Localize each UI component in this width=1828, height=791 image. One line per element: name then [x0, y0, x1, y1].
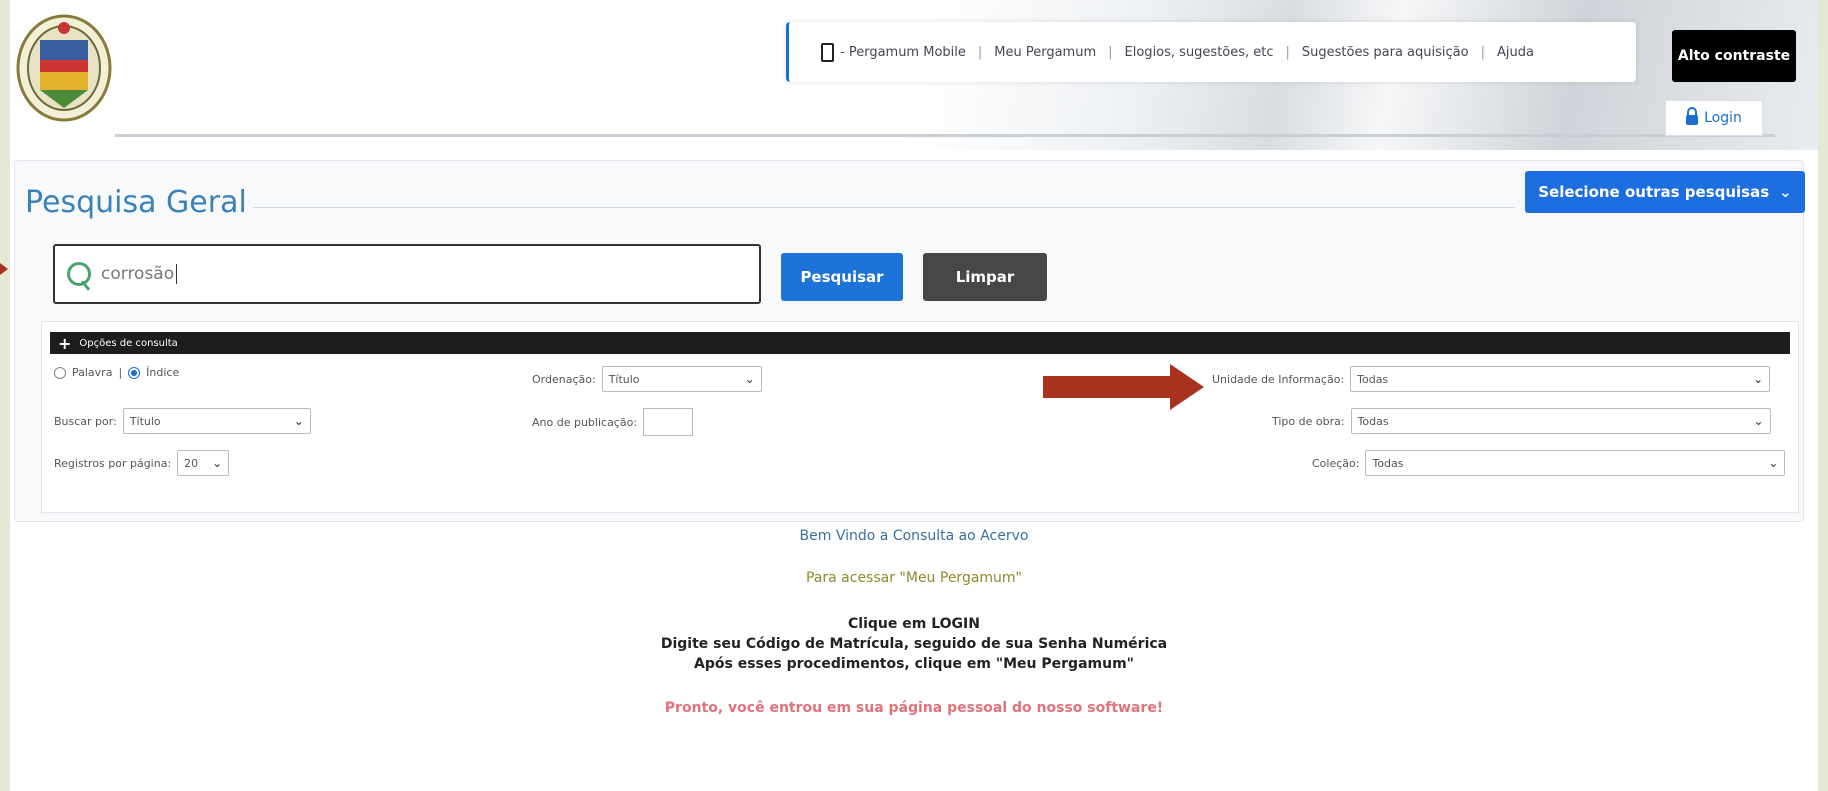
order-label: Ordenação: [532, 372, 596, 386]
radio-index-label: Índice [146, 366, 180, 379]
unit-select[interactable]: Todas ⌄ [1350, 366, 1771, 392]
instruction-line-2: Digite seu Código de Matrícula, seguido … [660, 636, 1168, 652]
year-field: Ano de publicação: [532, 408, 694, 436]
lock-icon [1686, 107, 1699, 125]
type-select[interactable]: Todas ⌄ [1350, 408, 1771, 434]
unit-label: Unidade de Informação: [1212, 372, 1345, 386]
collection-label: Coleção: [1312, 456, 1360, 470]
instruction-line-3: Após esses procedimentos, clique em "Meu… [694, 656, 1134, 672]
welcome-access-hint: Para acessar "Meu Pergamum" [805, 570, 1022, 586]
per-page-field: Registros por página: 20 ⌄ [54, 450, 230, 476]
year-input[interactable] [643, 408, 694, 436]
page-title: Pesquisa Geral [25, 185, 253, 220]
chevron-down-icon: ⌄ [212, 456, 223, 470]
welcome-message: Bem Vindo a Consulta ao Acervo Para aces… [10, 528, 1818, 716]
chevron-down-icon: ⌄ [1779, 183, 1792, 201]
year-label: Ano de publicação: [532, 415, 638, 429]
annotation-arrow-shaft [1043, 376, 1173, 398]
chevron-down-icon: ⌄ [744, 372, 755, 386]
type-label: Tipo de obra: [1272, 414, 1345, 428]
annotation-arrow-left-icon [0, 263, 8, 275]
nav-meu-pergamum[interactable]: Meu Pergamum [994, 45, 1096, 60]
nav-feedback[interactable]: Elogios, sugestões, etc [1125, 45, 1274, 60]
order-value: Título [608, 372, 640, 386]
chevron-down-icon: ⌄ [293, 414, 304, 428]
radio-index[interactable] [128, 366, 141, 379]
radio-word-label: Palavra [72, 366, 113, 379]
order-field: Ordenação: Título ⌄ [532, 366, 762, 392]
clear-button[interactable]: Limpar [923, 253, 1047, 301]
per-page-label: Registros por página: [54, 456, 172, 470]
options-bar-label: Opções de consulta [79, 337, 178, 349]
unit-value: Todas [1357, 372, 1389, 386]
type-field: Tipo de obra: Todas ⌄ [1272, 408, 1771, 434]
other-searches-label: Selecione outras pesquisas [1538, 183, 1770, 201]
collection-field: Coleção: Todas ⌄ [1312, 450, 1786, 476]
search-by-field: Buscar por: Título ⌄ [54, 408, 311, 434]
header-rule [115, 134, 1775, 137]
search-button[interactable]: Pesquisar [781, 253, 903, 301]
type-value: Todas [1357, 414, 1389, 428]
search-query-text: corrosão [101, 264, 175, 284]
options-toggle-bar[interactable]: + Opções de consulta [50, 332, 1790, 354]
unit-field: Unidade de Informação: Todas ⌄ [1212, 366, 1771, 392]
collection-select[interactable]: Todas ⌄ [1365, 450, 1786, 476]
plus-icon: + [58, 333, 72, 353]
per-page-value: 20 [184, 456, 199, 470]
nav-acquisition-suggestions[interactable]: Sugestões para aquisição [1302, 45, 1469, 60]
mobile-phone-icon [821, 42, 834, 62]
other-searches-dropdown[interactable]: Selecione outras pesquisas ⌄ [1525, 171, 1805, 213]
login-label: Login [1704, 110, 1742, 126]
search-icon [67, 262, 91, 286]
header: - Pergamum Mobile | Meu Pergamum | Elogi… [10, 0, 1818, 150]
search-by-value: Título [129, 414, 161, 428]
panel-divider [225, 207, 1515, 208]
login-button[interactable]: Login [1665, 100, 1763, 136]
welcome-title: Bem Vindo a Consulta ao Acervo [799, 528, 1029, 544]
order-select[interactable]: Título ⌄ [601, 366, 762, 392]
radio-word[interactable] [54, 366, 66, 379]
welcome-instructions: Clique em LOGIN Digite seu Código de Mat… [10, 614, 1818, 674]
search-by-label: Buscar por: [54, 414, 117, 428]
chevron-down-icon: ⌄ [1753, 414, 1764, 428]
high-contrast-button[interactable]: Alto contraste [1672, 30, 1796, 82]
nav-pergamum-mobile[interactable]: - Pergamum Mobile [840, 45, 966, 60]
search-panel: Pesquisa Geral Selecione outras pesquisa… [14, 160, 1805, 522]
nav-help[interactable]: Ajuda [1497, 45, 1534, 60]
search-by-select[interactable]: Título ⌄ [122, 408, 311, 434]
page: - Pergamum Mobile | Meu Pergamum | Elogi… [10, 0, 1818, 791]
welcome-done-message: Pronto, você entrou em sua página pessoa… [664, 700, 1164, 716]
search-input[interactable]: corrosão [53, 244, 761, 304]
institution-logo [16, 14, 112, 122]
instruction-line-1: Clique em LOGIN [848, 616, 980, 632]
search-options: + Opções de consulta Palavra | Índice Or… [41, 321, 1799, 513]
annotation-arrow-icon [1170, 364, 1204, 410]
collection-value: Todas [1372, 456, 1404, 470]
per-page-select[interactable]: 20 ⌄ [177, 450, 230, 476]
search-mode-radios: Palavra | Índice [54, 366, 179, 379]
text-cursor [176, 264, 178, 284]
chevron-down-icon: ⌄ [1768, 456, 1779, 470]
top-navigation: - Pergamum Mobile | Meu Pergamum | Elogi… [786, 22, 1636, 82]
chevron-down-icon: ⌄ [1753, 372, 1764, 386]
